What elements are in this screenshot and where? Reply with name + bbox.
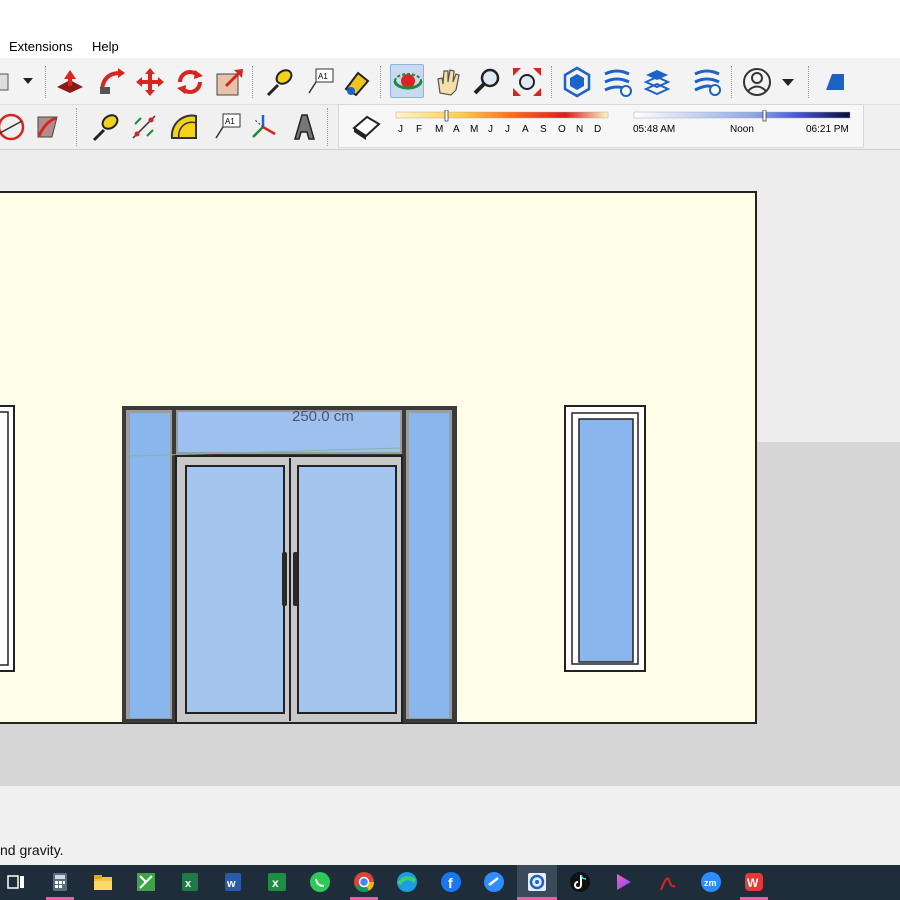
- sketchup-layout-icon[interactable]: [134, 870, 158, 894]
- warehouse-icon[interactable]: [560, 65, 594, 99]
- month-label: J: [505, 124, 510, 135]
- toolbar-separator: [252, 66, 253, 98]
- paint-bucket-dropdown-icon[interactable]: [0, 65, 18, 99]
- status-text: nd gravity.: [0, 842, 64, 858]
- svg-text:w: w: [226, 878, 236, 890]
- section-icon[interactable]: [30, 110, 64, 144]
- word-icon[interactable]: w: [221, 870, 245, 894]
- sketchup-window: Extensions Help A1 A1 J F M A M J J A S …: [0, 0, 900, 900]
- dimension-label[interactable]: 250.0 cm: [292, 408, 354, 425]
- layout-icon[interactable]: [640, 65, 674, 99]
- zoom-icon[interactable]: zm: [699, 870, 723, 894]
- sunrise-time: 05:48 AM: [633, 124, 676, 135]
- svg-text:zm: zm: [704, 878, 717, 888]
- app-gradient-icon[interactable]: [612, 870, 636, 894]
- acrobat-icon[interactable]: [655, 870, 679, 894]
- follow-me-icon[interactable]: [94, 65, 128, 99]
- text-icon[interactable]: A1: [302, 65, 336, 99]
- rotate-icon[interactable]: [173, 65, 207, 99]
- dropdown-arrow-icon[interactable]: [18, 65, 52, 99]
- month-label: J: [398, 124, 403, 135]
- shadow-toggle-icon[interactable]: [349, 110, 383, 144]
- edge-icon[interactable]: [395, 870, 419, 894]
- toolbar-separator: [380, 66, 381, 98]
- facebook-icon[interactable]: f: [439, 870, 463, 894]
- push-pull-icon[interactable]: [53, 65, 87, 99]
- scale-icon[interactable]: [213, 65, 247, 99]
- status-bar: nd gravity.: [0, 785, 900, 865]
- svg-text:W: W: [747, 876, 759, 890]
- excel-green-icon[interactable]: x: [265, 870, 289, 894]
- excel-icon[interactable]: x: [178, 870, 202, 894]
- orbit-icon[interactable]: [390, 64, 424, 98]
- tape-measure-icon[interactable]: [262, 65, 296, 99]
- extension-warehouse-icon[interactable]: [600, 65, 634, 99]
- toolbar-separator: [551, 66, 552, 98]
- axes-icon[interactable]: [246, 110, 280, 144]
- menu-extensions[interactable]: Extensions: [9, 39, 73, 54]
- zoom-blue-icon[interactable]: [482, 870, 506, 894]
- month-label: A: [453, 124, 460, 135]
- noon-label: Noon: [730, 124, 754, 135]
- menu-help[interactable]: Help: [92, 39, 119, 54]
- time-slider[interactable]: [632, 110, 854, 122]
- right-window[interactable]: [564, 405, 646, 672]
- wps-icon[interactable]: W: [742, 870, 766, 894]
- whatsapp-icon[interactable]: [308, 870, 332, 894]
- extension-manager-icon[interactable]: [690, 65, 724, 99]
- month-label: J: [488, 124, 493, 135]
- calculator-icon[interactable]: [48, 870, 72, 894]
- chrome-icon[interactable]: [352, 870, 376, 894]
- move-icon[interactable]: [133, 65, 167, 99]
- month-label: S: [540, 124, 547, 135]
- door-assembly[interactable]: [122, 406, 457, 724]
- 3d-text-icon[interactable]: [286, 110, 320, 144]
- left-window[interactable]: [0, 405, 15, 672]
- toolbar-separator: [731, 66, 732, 98]
- svg-text:A1: A1: [318, 72, 328, 81]
- model-viewport[interactable]: 250.0 cm: [0, 150, 900, 785]
- tape-measure-icon[interactable]: [88, 110, 122, 144]
- pan-icon[interactable]: [431, 65, 465, 99]
- account-icon[interactable]: [740, 65, 774, 99]
- title-bar: [0, 0, 900, 34]
- task-view-icon[interactable]: [4, 870, 28, 894]
- month-label: F: [416, 124, 423, 135]
- toolbar-separator: [327, 108, 328, 146]
- svg-text:A1: A1: [225, 117, 235, 126]
- tiktok-icon[interactable]: [568, 870, 592, 894]
- zoom-icon[interactable]: [470, 65, 504, 99]
- paint-icon[interactable]: [340, 65, 374, 99]
- account-dropdown-icon[interactable]: [772, 65, 806, 99]
- month-label: N: [576, 124, 584, 135]
- svg-text:x: x: [185, 878, 192, 890]
- month-label: A: [522, 124, 529, 135]
- month-slider[interactable]: [394, 110, 614, 122]
- toolbar-separator: [808, 66, 809, 98]
- svg-text:f: f: [448, 875, 453, 891]
- menu-bar: Extensions Help: [0, 34, 900, 58]
- file-explorer-icon[interactable]: [91, 870, 115, 894]
- month-label: M: [435, 124, 444, 135]
- windows-taskbar: x w x f zm W: [0, 865, 900, 900]
- month-label: O: [558, 124, 566, 135]
- toolbar-separator: [76, 108, 77, 146]
- dimension-icon[interactable]: [127, 110, 161, 144]
- sunset-time: 06:21 PM: [806, 124, 849, 135]
- sketchup-icon[interactable]: [525, 870, 549, 894]
- style-icon[interactable]: [818, 65, 852, 99]
- svg-text:x: x: [272, 876, 279, 890]
- protractor-icon[interactable]: [0, 110, 28, 144]
- toolbar-separator: [45, 66, 46, 98]
- zoom-extents-icon[interactable]: [510, 65, 544, 99]
- month-label: D: [594, 124, 602, 135]
- protractor-icon[interactable]: [167, 110, 201, 144]
- text-icon[interactable]: A1: [209, 110, 243, 144]
- model-geometry: [0, 405, 646, 724]
- month-label: M: [470, 124, 479, 135]
